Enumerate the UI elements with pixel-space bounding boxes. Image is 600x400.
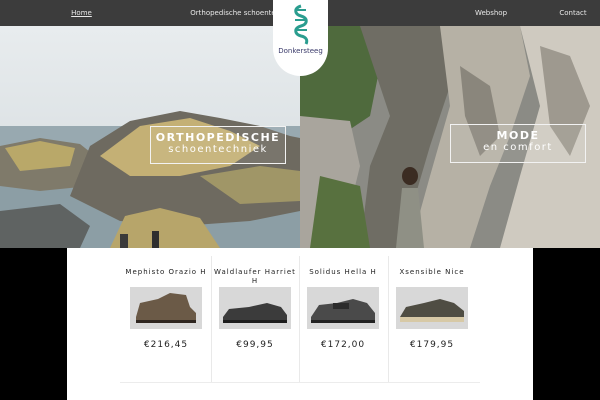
- product-image: [307, 287, 379, 329]
- hero-left-subtitle: schoentechniek: [168, 144, 268, 155]
- product-card[interactable]: Xsensible Nice €179,95: [388, 248, 476, 382]
- hero-right-subtitle: en comfort: [483, 142, 553, 153]
- product-strip: Mephisto Orazio H €216,45 Waldlaufer Har…: [67, 248, 533, 400]
- hero-orthopedics[interactable]: ORTHOPEDISCHE schoentechniek: [0, 26, 300, 248]
- foot-spiral-logo-icon: [293, 4, 308, 45]
- product-price: €179,95: [409, 340, 455, 350]
- product-image: [219, 287, 291, 329]
- product-name: Waldlaufer Harriet H: [214, 268, 296, 285]
- product-price: €99,95: [236, 340, 274, 350]
- nav-contact[interactable]: Contact: [546, 0, 600, 26]
- nav-home[interactable]: Home: [0, 0, 163, 26]
- product-image: [396, 287, 468, 329]
- product-price: €216,45: [143, 340, 189, 350]
- product-card[interactable]: Solidus Hella H €172,00: [299, 248, 387, 382]
- hero-left-title: ORTHOPEDISCHE: [155, 131, 281, 144]
- hero-right-title: MODE: [496, 129, 540, 142]
- product-card[interactable]: Waldlaufer Harriet H €99,95: [211, 248, 299, 382]
- product-card[interactable]: Mephisto Orazio H €216,45: [122, 248, 210, 382]
- product-image: [130, 287, 202, 329]
- nav-spacer: [328, 0, 436, 26]
- product-name: Xsensible Nice: [399, 268, 465, 276]
- nav-webshop[interactable]: Webshop: [436, 0, 546, 26]
- divider: [120, 382, 480, 383]
- product-name: Solidus Hella H: [309, 268, 377, 276]
- logo-text: Donkersteeg: [278, 47, 323, 55]
- product-price: €172,00: [320, 340, 366, 350]
- hero-fashion[interactable]: MODE en comfort: [300, 26, 600, 248]
- hero-left-label: ORTHOPEDISCHE schoentechniek: [150, 126, 286, 164]
- hero-right-label: MODE en comfort: [450, 124, 586, 163]
- product-name: Mephisto Orazio H: [125, 268, 207, 276]
- site-logo[interactable]: Donkersteeg: [273, 0, 328, 76]
